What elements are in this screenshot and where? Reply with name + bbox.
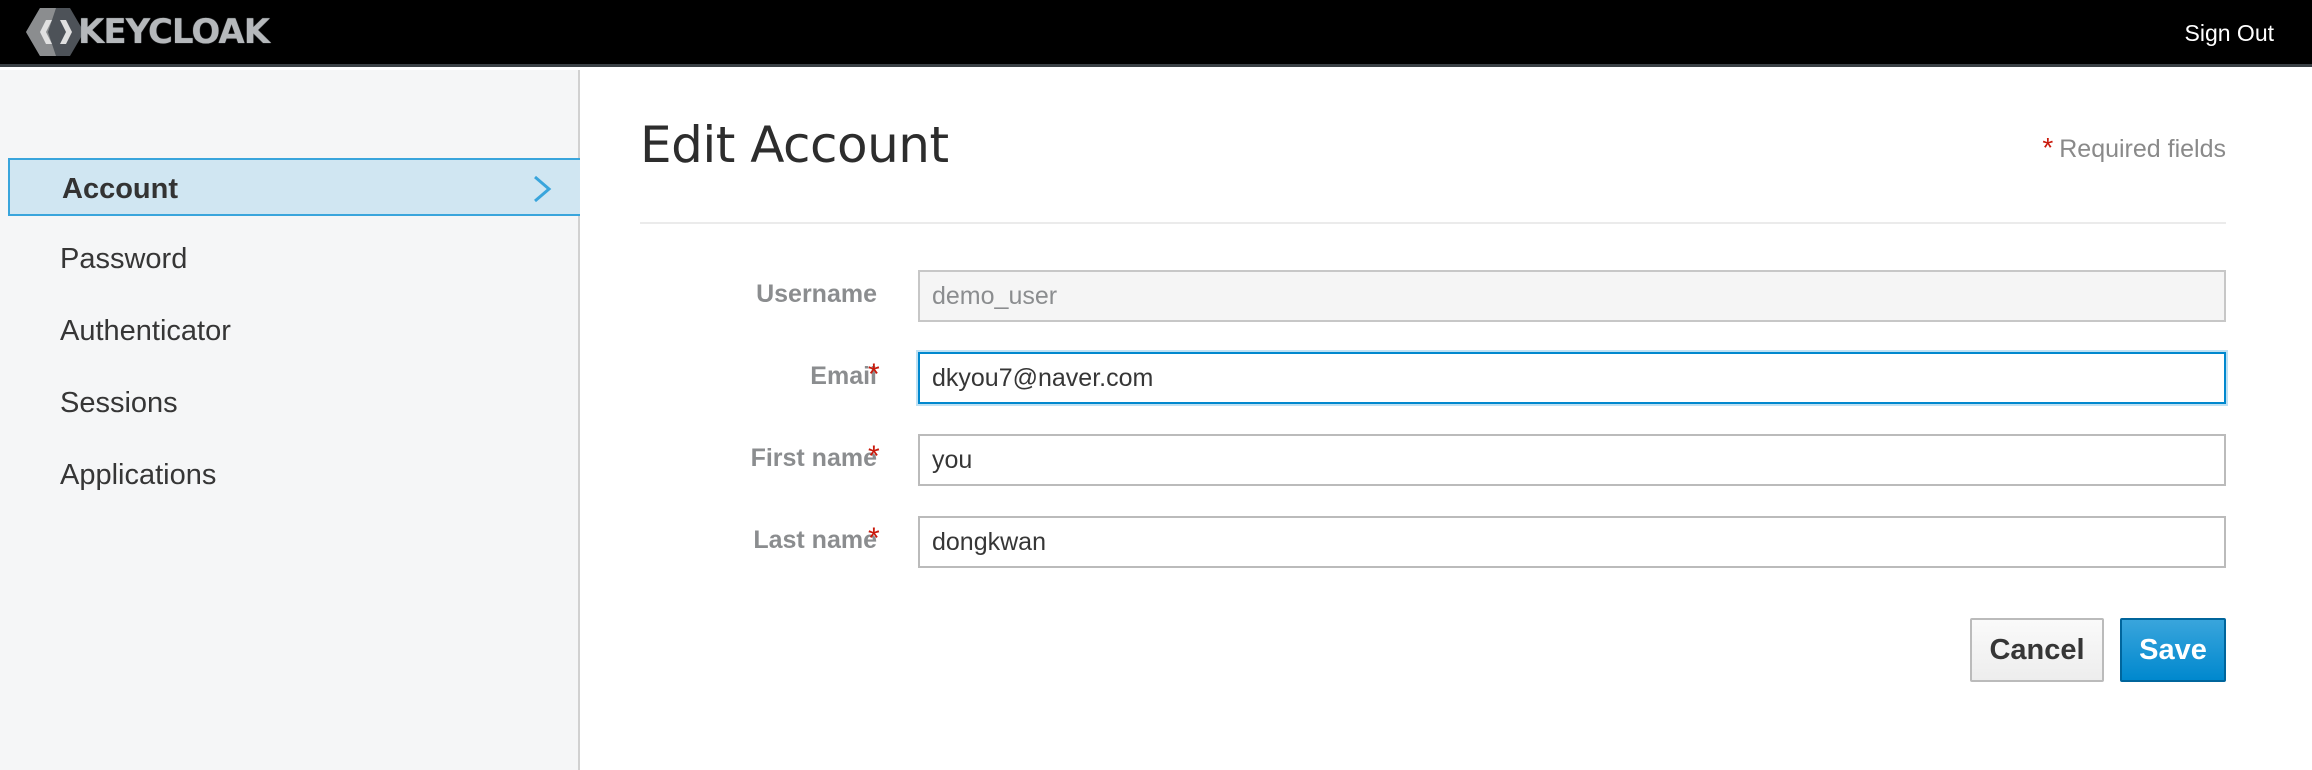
sidebar-item-label: Password [60,243,188,275]
sidebar-item-sessions[interactable]: Sessions [8,374,580,446]
first-name-row: First name * [640,434,2226,486]
sidebar: Account Password Authenticator Sessions … [0,70,580,770]
save-button[interactable]: Save [2120,618,2226,682]
last-name-label: Last name [753,526,877,554]
sign-out-link[interactable]: Sign Out [2185,20,2275,47]
last-name-input[interactable] [918,516,2226,568]
sidebar-item-password[interactable]: Password [8,230,580,302]
required-star: * [2042,132,2054,163]
required-star: * [868,440,880,473]
sidebar-item-account[interactable]: Account [8,158,580,216]
required-star: * [868,522,880,555]
keycloak-logo-icon [26,8,84,56]
email-label: Email [810,362,877,390]
username-row: Username [640,270,2226,322]
username-input[interactable] [918,270,2226,322]
required-star: * [868,358,880,391]
keycloak-logo: KEYCLOAK [26,6,270,58]
divider [640,222,2226,224]
first-name-label: First name [750,444,877,472]
sidebar-item-label: Account [62,173,178,205]
sidebar-item-authenticator[interactable]: Authenticator [8,302,580,374]
sidebar-item-label: Applications [60,459,217,491]
email-input[interactable] [918,352,2226,404]
top-navbar: KEYCLOAK Sign Out [0,0,2312,67]
page-title: Edit Account [640,116,949,174]
last-name-row: Last name * [640,516,2226,568]
first-name-input[interactable] [918,434,2226,486]
sidebar-item-applications[interactable]: Applications [8,446,580,518]
required-fields-label: Required fields [2059,135,2226,163]
required-fields-note: * Required fields [2042,132,2226,164]
logo-text: KEYCLOAK [78,12,270,52]
sidebar-nav: Account Password Authenticator Sessions … [8,158,580,518]
username-label: Username [756,280,877,308]
sidebar-item-label: Authenticator [60,315,231,347]
cancel-button[interactable]: Cancel [1970,618,2104,682]
chevron-right-icon [534,175,552,203]
email-row: Email * [640,352,2226,404]
sidebar-item-label: Sessions [60,387,178,419]
